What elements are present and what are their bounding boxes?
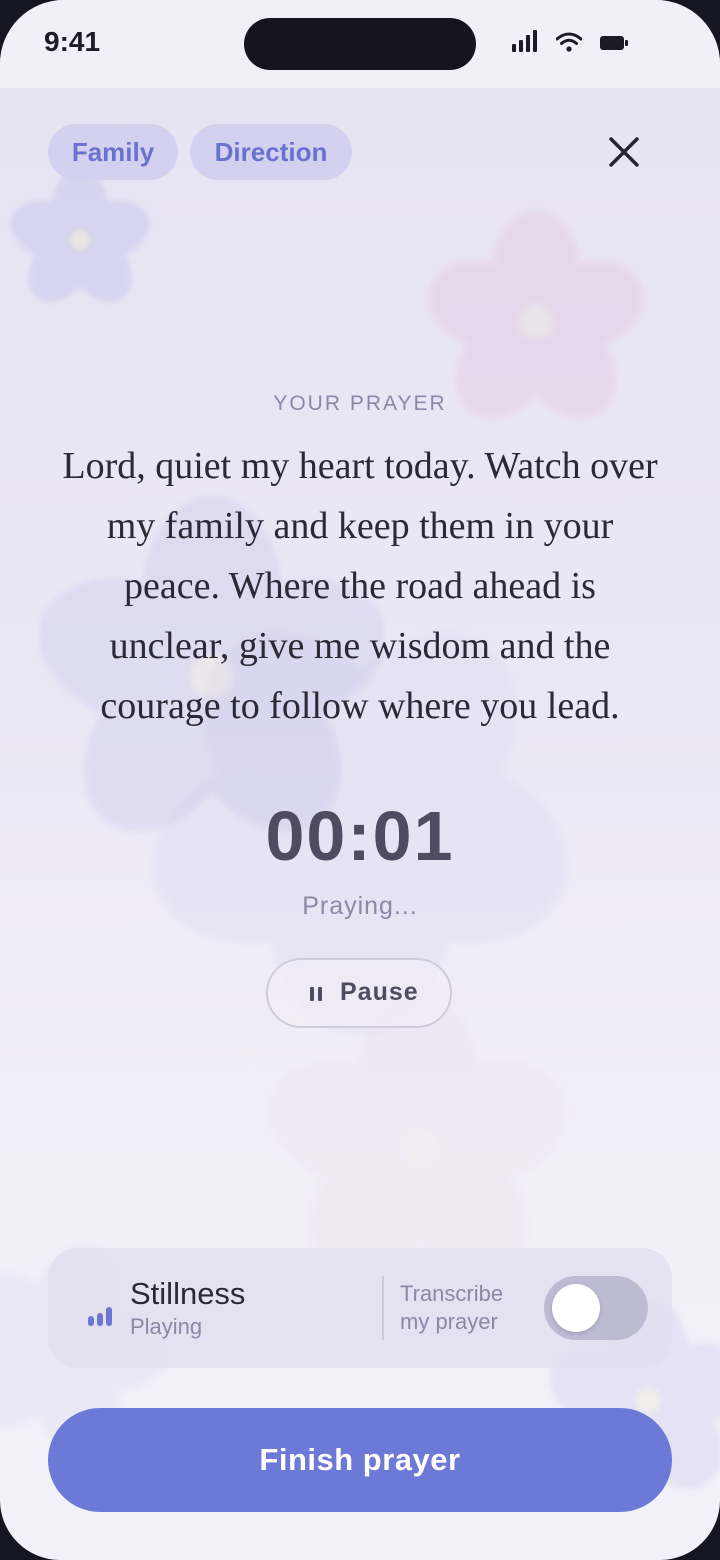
pause-icon (310, 987, 322, 1001)
prayer-status: Praying... (302, 892, 418, 920)
status-time: 9:41 (44, 26, 101, 57)
topic-chip-direction[interactable]: Direction (190, 124, 352, 180)
audio-panel: Stillness Playing Transcribe my prayer (48, 1248, 672, 1368)
transcribe-toggle[interactable] (544, 1276, 648, 1340)
equalizer-icon (88, 1304, 116, 1326)
dynamic-island (244, 18, 476, 70)
track-name: Stillness (130, 1276, 246, 1311)
close-icon (609, 137, 639, 167)
track-state: Playing (130, 1314, 203, 1339)
battery-icon (600, 36, 628, 50)
wifi-icon (556, 32, 582, 52)
close-button[interactable] (598, 126, 650, 178)
toggle-knob (552, 1284, 600, 1332)
flower-decoration (10, 168, 150, 303)
finish-prayer-button[interactable]: Finish prayer (48, 1408, 672, 1512)
prayer-timer: 00:01 (265, 797, 455, 875)
phone-screen: 9:41 Family Direction YOUR PRAYER Lord, … (0, 0, 720, 1560)
transcribe-label-line1: Transcribe (400, 1281, 504, 1306)
topic-chip-family[interactable]: Family (48, 124, 178, 180)
panel-divider (382, 1276, 384, 1340)
cellular-signal-icon (512, 30, 537, 52)
pause-label: Pause (340, 978, 419, 1006)
transcribe-label: Transcribe my prayer (400, 1280, 540, 1336)
transcribe-label-line2: my prayer (400, 1309, 498, 1334)
status-bar: 9:41 (0, 0, 720, 88)
prayer-text: Lord, quiet my heart today. Watch over m… (62, 445, 658, 727)
pause-button[interactable]: Pause (266, 958, 452, 1028)
prayer-eyebrow: YOUR PRAYER (273, 392, 447, 415)
